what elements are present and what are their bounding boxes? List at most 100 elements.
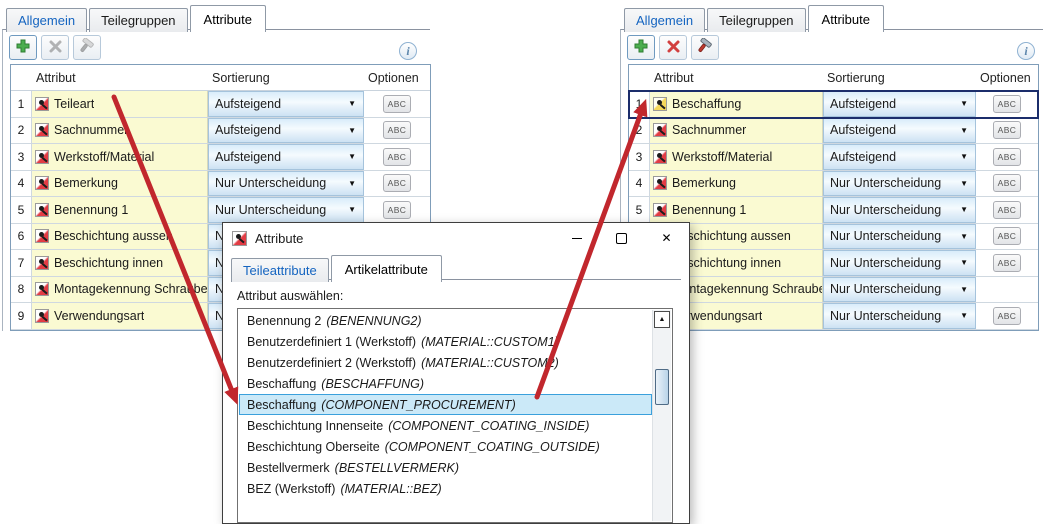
- plus-icon: [15, 38, 31, 57]
- delete-attribute-button[interactable]: [41, 35, 69, 60]
- edit-attribute-button[interactable]: [73, 35, 101, 60]
- list-item[interactable]: Benutzerdefiniert 1 (Werkstoff) (MATERIA…: [239, 331, 652, 352]
- minimize-button[interactable]: [554, 223, 599, 253]
- abc-options-button[interactable]: ABC: [383, 121, 411, 139]
- pin-icon: [39, 153, 44, 158]
- sort-dropdown[interactable]: Aufsteigend ▼: [208, 144, 364, 170]
- edit-attribute-button[interactable]: [691, 35, 719, 60]
- abc-options-button[interactable]: ABC: [383, 174, 411, 192]
- attribute-display-name: Benutzerdefiniert 2 (Werkstoff): [247, 356, 416, 370]
- select-attribute-label: Attribut auswählen:: [237, 289, 343, 303]
- tab-attribute[interactable]: Attribute: [190, 5, 266, 32]
- abc-options-button[interactable]: ABC: [993, 148, 1021, 166]
- options-cell: ABC: [976, 250, 1038, 276]
- abc-options-button[interactable]: ABC: [993, 201, 1021, 219]
- table-row[interactable]: 9 Verwendungsart Nur Unterscheidung ▼ AB…: [629, 303, 1038, 330]
- abc-options-button[interactable]: ABC: [993, 254, 1021, 272]
- attribute-cell: Sachnummer: [650, 118, 823, 144]
- chevron-down-icon: ▼: [960, 179, 968, 188]
- table-row[interactable]: 1 Teileart Aufsteigend ▼ ABC: [11, 91, 430, 118]
- header-optionen: Optionen: [364, 71, 430, 85]
- abc-options-button[interactable]: ABC: [993, 227, 1021, 245]
- table-row[interactable]: 2 Sachnummer Aufsteigend ▼ ABC: [11, 118, 430, 145]
- scroll-up-icon: ▲: [659, 316, 666, 323]
- sort-value: Nur Unterscheidung: [830, 309, 941, 323]
- sort-dropdown[interactable]: Aufsteigend ▼: [823, 144, 976, 170]
- maximize-button[interactable]: [599, 223, 644, 253]
- attribute-cell: Benennung 1: [650, 197, 823, 223]
- tab-teileattribute[interactable]: Teileattribute: [231, 258, 329, 282]
- list-item[interactable]: Benutzerdefiniert 2 (Werkstoff) (MATERIA…: [239, 352, 652, 373]
- table-row[interactable]: 6 Beschichtung aussen Nur Unterscheidung…: [629, 224, 1038, 251]
- attribute-display-name: Beschichtung Oberseite: [247, 440, 380, 454]
- attribute-display-name: Benutzerdefiniert 1 (Werkstoff): [247, 335, 416, 349]
- attribute-type-icon: [653, 97, 667, 111]
- attribute-cell: Werkstoff/Material: [32, 144, 208, 170]
- abc-options-button[interactable]: ABC: [383, 95, 411, 113]
- list-item[interactable]: Beschichtung Innenseite (COMPONENT_COATI…: [239, 415, 652, 436]
- header-attribut: Attribut: [32, 71, 208, 85]
- table-row[interactable]: 5 Benennung 1 Nur Unterscheidung ▼ ABC: [629, 197, 1038, 224]
- sort-dropdown[interactable]: Aufsteigend ▼: [208, 91, 364, 117]
- abc-options-button[interactable]: ABC: [993, 121, 1021, 139]
- sort-dropdown[interactable]: Aufsteigend ▼: [208, 118, 364, 144]
- chevron-down-icon: ▼: [348, 99, 356, 108]
- table-row[interactable]: 2 Sachnummer Aufsteigend ▼ ABC: [629, 118, 1038, 145]
- chevron-down-icon: ▼: [960, 152, 968, 161]
- sort-dropdown[interactable]: Nur Unterscheidung ▼: [823, 224, 976, 250]
- abc-options-button[interactable]: ABC: [383, 148, 411, 166]
- delete-attribute-button[interactable]: [659, 35, 687, 60]
- tab-attribute[interactable]: Attribute: [808, 5, 884, 32]
- list-item[interactable]: Bestellvermerk (BESTELLVERMERK): [239, 457, 652, 478]
- row-number: 5: [11, 197, 32, 223]
- scrollbar-thumb[interactable]: [655, 369, 669, 405]
- add-attribute-button[interactable]: [627, 35, 655, 60]
- sort-dropdown[interactable]: Nur Unterscheidung ▼: [823, 171, 976, 197]
- sort-dropdown[interactable]: Nur Unterscheidung ▼: [823, 197, 976, 223]
- info-icon[interactable]: i: [1017, 42, 1035, 60]
- list-item[interactable]: Beschaffung (BESCHAFFUNG): [239, 373, 652, 394]
- table-row[interactable]: 7 Beschichtung innen Nur Unterscheidung …: [629, 250, 1038, 277]
- abc-options-button[interactable]: ABC: [993, 174, 1021, 192]
- sort-dropdown[interactable]: Aufsteigend ▼: [823, 118, 976, 144]
- list-item[interactable]: Beschaffung (COMPONENT_PROCUREMENT): [239, 394, 652, 415]
- scrollbar[interactable]: ▲: [652, 310, 671, 521]
- tab-allgemein[interactable]: Allgemein: [624, 8, 705, 32]
- table-row[interactable]: 4 Bemerkung Nur Unterscheidung ▼ ABC: [11, 171, 430, 198]
- attribute-name: Werkstoff/Material: [672, 150, 772, 164]
- add-attribute-button[interactable]: [9, 35, 37, 60]
- tab-teilegruppen[interactable]: Teilegruppen: [707, 8, 805, 32]
- sort-dropdown[interactable]: Nur Unterscheidung ▼: [823, 250, 976, 276]
- table-row[interactable]: 1 Beschaffung Aufsteigend ▼ ABC: [629, 91, 1038, 118]
- sort-dropdown[interactable]: Aufsteigend ▼: [823, 91, 976, 117]
- list-item[interactable]: Benennung 2 (BENENNUNG2): [239, 310, 652, 331]
- options-cell: ABC: [976, 224, 1038, 250]
- sort-dropdown[interactable]: Nur Unterscheidung ▼: [823, 277, 976, 303]
- table-row[interactable]: 3 Werkstoff/Material Aufsteigend ▼ ABC: [629, 144, 1038, 171]
- attribute-code: (COMPONENT_PROCUREMENT): [321, 398, 515, 412]
- abc-options-button[interactable]: ABC: [383, 201, 411, 219]
- pin-icon: [39, 206, 44, 211]
- abc-options-button[interactable]: ABC: [993, 95, 1021, 113]
- sort-dropdown[interactable]: Nur Unterscheidung ▼: [208, 171, 364, 197]
- dialog-titlebar[interactable]: Attribute ✕: [223, 223, 689, 253]
- table-row[interactable]: 3 Werkstoff/Material Aufsteigend ▼ ABC: [11, 144, 430, 171]
- close-button[interactable]: ✕: [644, 223, 689, 253]
- attribute-name: Sachnummer: [672, 123, 746, 137]
- list-item[interactable]: BEZ (Werkstoff) (MATERIAL::BEZ): [239, 478, 652, 499]
- table-row[interactable]: 8 Montagekennung Schrauben Nur Untersche…: [629, 277, 1038, 304]
- sort-dropdown[interactable]: Nur Unterscheidung ▼: [823, 303, 976, 329]
- attribute-select-dialog: Attribute ✕ Teileattribute Artikelattrib…: [222, 222, 690, 524]
- tab-allgemein[interactable]: Allgemein: [6, 8, 87, 32]
- tab-artikelattribute[interactable]: Artikelattribute: [331, 255, 442, 282]
- info-icon[interactable]: i: [399, 42, 417, 60]
- attribute-display-name: BEZ (Werkstoff): [247, 482, 335, 496]
- abc-options-button[interactable]: ABC: [993, 307, 1021, 325]
- list-item[interactable]: Beschichtung Oberseite (COMPONENT_COATIN…: [239, 436, 652, 457]
- sort-dropdown[interactable]: Nur Unterscheidung ▼: [208, 197, 364, 223]
- tab-teilegruppen[interactable]: Teilegruppen: [89, 8, 187, 32]
- table-row[interactable]: 5 Benennung 1 Nur Unterscheidung ▼ ABC: [11, 197, 430, 224]
- table-row[interactable]: 4 Bemerkung Nur Unterscheidung ▼ ABC: [629, 171, 1038, 198]
- scroll-up-button[interactable]: ▲: [654, 311, 670, 328]
- sort-value: Nur Unterscheidung: [830, 203, 941, 217]
